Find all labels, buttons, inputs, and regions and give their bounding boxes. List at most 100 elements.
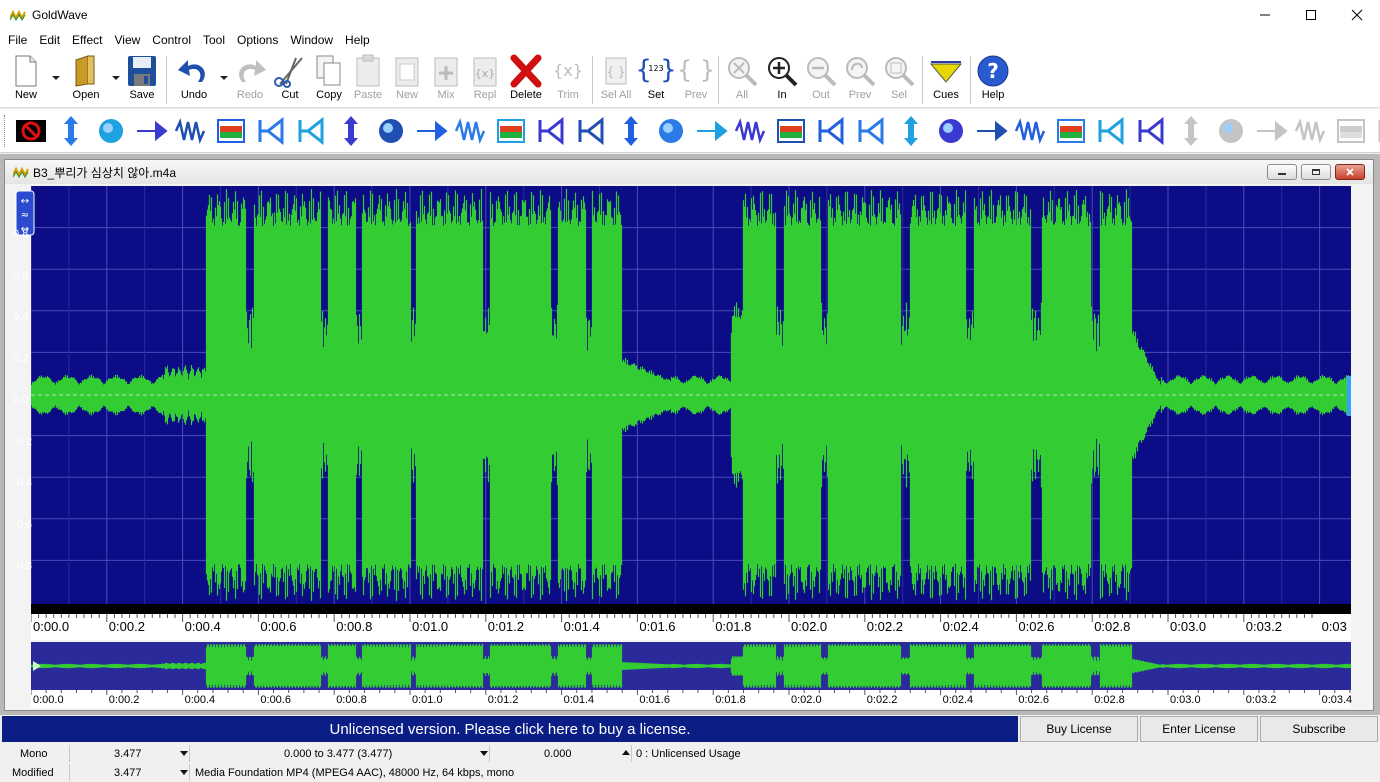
shape-volume-icon[interactable] (1134, 114, 1168, 148)
position-up-arrow[interactable] (622, 750, 630, 755)
redo-button[interactable]: Redo (230, 54, 270, 106)
status-state: Modified (0, 764, 70, 781)
filter-spectrum-icon[interactable] (734, 114, 768, 148)
menu-tool[interactable]: Tool (197, 33, 231, 47)
copy-button[interactable]: Copy (309, 54, 349, 106)
time-warp-icon[interactable] (534, 114, 568, 148)
channel-icon[interactable] (1374, 114, 1380, 148)
toolbar-grip[interactable] (4, 115, 7, 147)
menu-view[interactable]: View (109, 33, 147, 47)
zoom-prev-button[interactable]: Prev (840, 54, 880, 106)
license-message[interactable]: Unlicensed version. Please click here to… (2, 716, 1018, 742)
new-button[interactable]: New (6, 54, 46, 106)
reverse-icon[interactable] (494, 114, 528, 148)
select-all-button[interactable]: { } Sel All (596, 54, 636, 106)
enter-license-button[interactable]: Enter License (1140, 716, 1258, 742)
pan-icon[interactable] (374, 114, 408, 148)
undo-button[interactable]: Undo (174, 54, 214, 106)
pitch-icon[interactable] (414, 114, 448, 148)
waveform-graph[interactable] (31, 186, 1351, 604)
subscribe-button[interactable]: Subscribe (1260, 716, 1378, 742)
overview-graph[interactable] (31, 642, 1351, 690)
trim-button[interactable]: {x} Trim (548, 54, 588, 106)
new-dropdown-arrow[interactable] (52, 76, 60, 80)
fade-out-icon[interactable] (1014, 114, 1048, 148)
noise-reduction-icon[interactable] (774, 114, 808, 148)
waveform-view[interactable] (31, 186, 1351, 604)
time-label: 0:01.2 (487, 619, 524, 634)
replace-button[interactable]: {x} Repl (465, 54, 505, 106)
zoom-in-button[interactable]: In (762, 54, 802, 106)
selection-dropdown-arrow[interactable] (480, 751, 488, 756)
menu-file[interactable]: File (2, 33, 33, 47)
fade-in-icon[interactable] (974, 114, 1008, 148)
length-dropdown-arrow[interactable] (180, 751, 188, 756)
help-button[interactable]: ? Help (973, 54, 1013, 106)
delete-x-icon (510, 54, 542, 88)
zoom-out-button[interactable]: Out (801, 54, 841, 106)
change-volume-icon[interactable] (934, 114, 968, 148)
previous-selection-icon: { } (678, 56, 714, 84)
undo-dropdown-arrow[interactable] (220, 76, 228, 80)
document-restore-button[interactable] (1301, 164, 1331, 180)
overview-waveform[interactable] (31, 642, 1351, 690)
crossfade-icon[interactable] (134, 114, 168, 148)
interpolate-icon[interactable] (1334, 114, 1368, 148)
document-minimize-button[interactable] (1267, 164, 1297, 180)
status-row-2: Modified 3.477 Media Foundation MP4 (MPE… (0, 763, 1380, 782)
status-position-value: 0.000 (544, 747, 572, 760)
title-bar: GoldWave (0, 0, 1380, 30)
close-button[interactable] (1334, 0, 1380, 30)
click-pop-icon[interactable] (814, 114, 848, 148)
status-selection-value: 0.000 to 3.477 (3.477) (284, 747, 393, 760)
set-button[interactable]: { }123 Set (636, 54, 676, 106)
document-close-button[interactable] (1335, 164, 1365, 180)
length-2-dropdown-arrow[interactable] (180, 770, 188, 775)
equalizer-icon[interactable] (614, 114, 648, 148)
volume-shape-icon[interactable] (574, 114, 608, 148)
offset-icon[interactable] (1254, 114, 1288, 148)
minimize-button[interactable] (1242, 0, 1288, 30)
dynamics-icon[interactable] (174, 114, 208, 148)
doppler-icon[interactable] (94, 114, 128, 148)
filter-bandpass-icon[interactable] (654, 114, 688, 148)
playback-rate-icon[interactable] (454, 114, 488, 148)
compressor-icon[interactable] (1174, 114, 1208, 148)
auto-gain-icon[interactable] (894, 114, 928, 148)
delete-button[interactable]: Delete (506, 54, 546, 106)
flanger-icon[interactable] (254, 114, 288, 148)
menu-options[interactable]: Options (231, 33, 284, 47)
stop-effect-icon[interactable] (14, 114, 48, 148)
mechanize-icon[interactable] (334, 114, 368, 148)
paste-button[interactable]: Paste (348, 54, 388, 106)
menu-effect[interactable]: Effect (66, 33, 108, 47)
maximize-button[interactable] (1288, 0, 1334, 30)
menu-control[interactable]: Control (146, 33, 197, 47)
match-volume-icon[interactable] (1054, 114, 1088, 148)
menu-window[interactable]: Window (284, 33, 339, 47)
buy-license-button[interactable]: Buy License (1020, 716, 1138, 742)
maximize-volume-icon[interactable] (1094, 114, 1128, 148)
time-ruler[interactable]: 0:00.0 0:00.2 0:00.4 0:00.6 0:00.8 0:01.0 0:01… (31, 604, 1351, 640)
resample-icon[interactable] (1294, 114, 1328, 148)
filter-lowpass-icon[interactable] (694, 114, 728, 148)
copy-icon (316, 55, 341, 86)
paste-new-button[interactable]: New (387, 54, 427, 106)
menu-help[interactable]: Help (339, 33, 376, 47)
silence-reduction-icon[interactable] (1214, 114, 1248, 148)
zoom-all-button[interactable]: All (722, 54, 762, 106)
open-button[interactable]: Open (66, 54, 106, 106)
echo-icon[interactable] (214, 114, 248, 148)
cues-button[interactable]: Cues (926, 54, 966, 106)
zoom-selection-button[interactable]: Sel (879, 54, 919, 106)
cut-button[interactable]: Cut (270, 54, 310, 106)
mix-button[interactable]: Mix (426, 54, 466, 106)
menu-edit[interactable]: Edit (33, 33, 66, 47)
open-dropdown-arrow[interactable] (112, 76, 120, 80)
spectrum-filter-icon[interactable] (854, 114, 888, 148)
expand-icon[interactable] (54, 114, 88, 148)
prev-marker-button[interactable]: { } Prev (676, 54, 716, 106)
document-title-bar[interactable]: B3_뿌리가 심상치 않아.m4a (5, 160, 1373, 184)
save-button[interactable]: Save (122, 54, 162, 106)
invert-icon[interactable] (294, 114, 328, 148)
